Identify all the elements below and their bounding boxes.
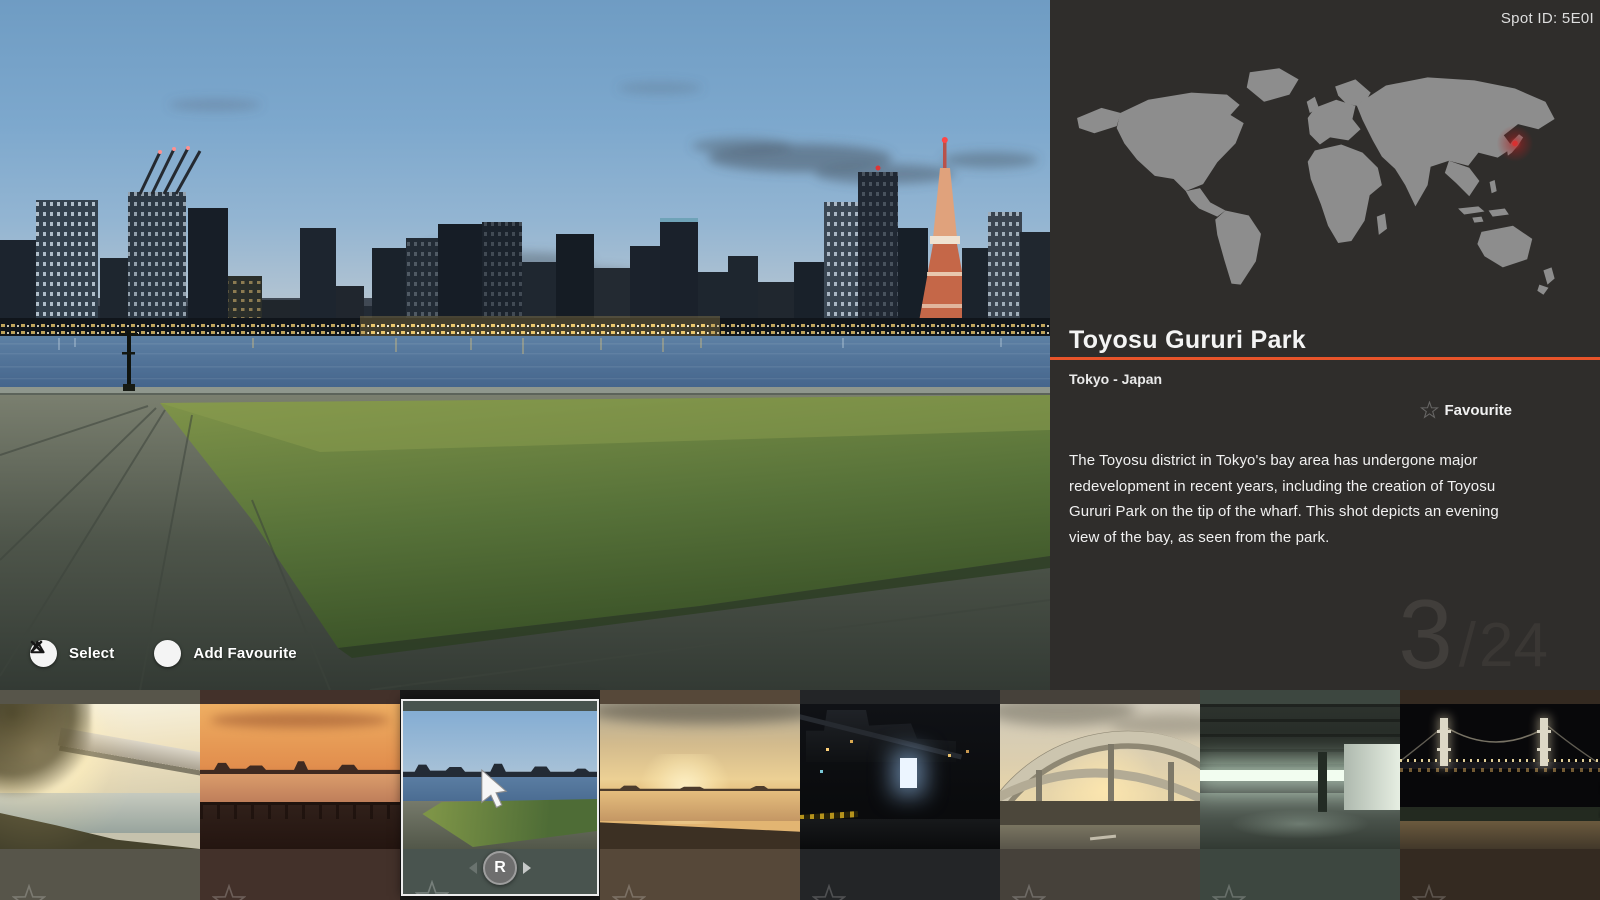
control-hint-add-favourite[interactable]: Add Favourite: [154, 640, 296, 667]
thumbnail-highway-junction-dusk[interactable]: [1000, 690, 1200, 900]
thumbnail-sunset-bay-railing[interactable]: [200, 690, 400, 900]
thumbnail-toyosu-gururi-park[interactable]: R: [400, 690, 600, 900]
thumbnail-photo: [1400, 704, 1600, 849]
favourite-indicator[interactable]: Favourite: [1420, 401, 1512, 420]
thumbnail-photo: [600, 704, 800, 849]
cityscape-illustration: [0, 0, 1050, 690]
main-photo-preview: Select Add Favourite: [0, 0, 1050, 690]
spot-location: Tokyo - Japan: [1069, 371, 1162, 387]
thumbnail-photo: [200, 704, 400, 849]
counter-separator: /: [1459, 621, 1476, 672]
selected-thumbnail-card[interactable]: R: [401, 699, 599, 896]
scapes-spot-browser: Select Add Favourite Spot ID: 5E0I: [0, 0, 1600, 900]
add-favourite-label: Add Favourite: [193, 645, 296, 662]
thumbnail-photo: [1200, 704, 1400, 849]
map-location-dot: [1512, 141, 1518, 147]
spot-counter: 3 / 24: [1398, 596, 1548, 672]
r-stick-scroll-hint: R: [469, 851, 531, 885]
right-arrow-icon: [523, 862, 531, 874]
triangle-button-icon: [154, 640, 181, 667]
control-hints: Select Add Favourite: [30, 640, 297, 667]
thumbnail-industrial-night[interactable]: [800, 690, 1000, 900]
spot-title: Toyosu Gururi Park: [1069, 326, 1306, 355]
thumbnail-strip: R: [0, 690, 1600, 900]
counter-current: 3: [1398, 596, 1453, 672]
spot-info-panel: Spot ID: 5E0I: [1050, 0, 1600, 690]
left-arrow-icon: [469, 862, 477, 874]
thumbnail-sunset-shore[interactable]: [600, 690, 800, 900]
map-landmasses: [1077, 68, 1555, 295]
spot-description: The Toyosu district in Tokyo's bay area …: [1069, 448, 1521, 550]
thumbnail-photo: [0, 704, 200, 849]
thumbnail-rainbow-bridge-night[interactable]: [1400, 690, 1600, 900]
counter-total: 24: [1479, 621, 1548, 672]
spot-id: Spot ID: 5E0I: [1501, 10, 1594, 27]
thumbnail-parking-garage[interactable]: [1200, 690, 1400, 900]
favourite-star-icon: [1420, 401, 1439, 420]
accent-divider: [1050, 357, 1600, 360]
r-button-label: R: [494, 859, 506, 877]
world-map: [1072, 58, 1580, 302]
thumbnail-photo: [800, 704, 1000, 849]
r-button-icon: R: [483, 851, 517, 885]
select-label: Select: [69, 645, 114, 662]
thumbnail-photo: [1000, 704, 1200, 849]
thumbnail-bayside-bridge-sunrise[interactable]: [0, 690, 200, 900]
favourite-label: Favourite: [1444, 402, 1512, 419]
